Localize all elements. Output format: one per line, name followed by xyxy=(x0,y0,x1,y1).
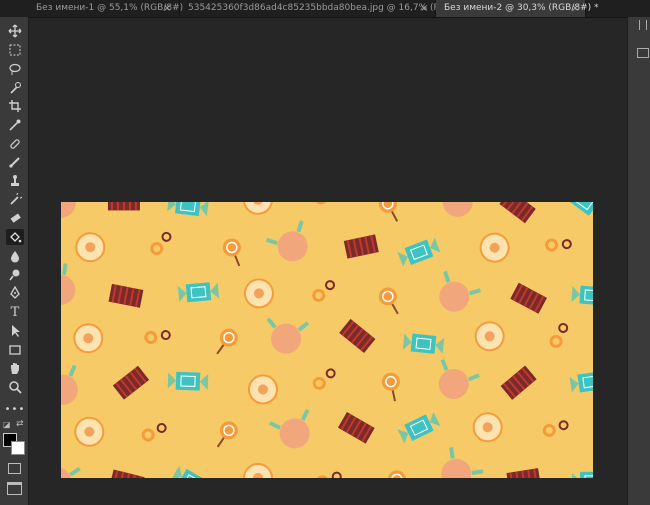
rectangle-icon[interactable] xyxy=(6,342,24,358)
pen-icon[interactable] xyxy=(6,285,24,301)
tab-label: Без имени-1 @ 55,1% (RGB/8#) xyxy=(36,3,184,13)
path-select-icon[interactable] xyxy=(6,323,24,339)
zoom-icon[interactable] xyxy=(6,379,24,395)
tools-panel: T ••• ◪ ⇄ xyxy=(0,17,29,505)
blur-icon[interactable] xyxy=(6,248,24,264)
tab-document-1[interactable]: Без имени-1 @ 55,1% (RGB/8#) × xyxy=(28,0,184,17)
eyedropper-icon[interactable] xyxy=(6,117,24,133)
close-icon[interactable]: × xyxy=(571,0,579,17)
close-icon[interactable]: × xyxy=(163,0,171,17)
quick-select-icon[interactable] xyxy=(6,80,24,96)
lasso-icon[interactable] xyxy=(6,61,24,77)
tab-document-3[interactable]: Без имени-2 @ 30,3% (RGB/8#) * × xyxy=(436,0,599,17)
brush-icon[interactable] xyxy=(6,154,24,170)
healing-brush-icon[interactable] xyxy=(6,136,24,152)
tab-document-2[interactable]: 535425360f3d86ad4c85235bbda80bea.jpg @ 1… xyxy=(180,0,470,17)
background-color-swatch[interactable] xyxy=(11,441,25,455)
marquee-icon[interactable] xyxy=(6,42,24,58)
panel-icon[interactable] xyxy=(637,48,649,58)
dodge-icon[interactable] xyxy=(6,267,24,283)
swap-colors-icon[interactable]: ⇄ xyxy=(16,419,24,429)
crop-icon[interactable] xyxy=(6,98,24,114)
more-tools-icon[interactable]: ••• xyxy=(5,401,25,417)
paint-bucket-icon[interactable] xyxy=(6,229,24,245)
screen-mode-icon[interactable] xyxy=(7,482,22,495)
panel-collapse-icon[interactable] xyxy=(639,20,647,30)
candy-pattern-image xyxy=(61,202,593,478)
document-tab-bar: Без имени-1 @ 55,1% (RGB/8#) × 535425360… xyxy=(0,0,650,18)
document-canvas[interactable] xyxy=(61,202,593,478)
quick-mask-icon[interactable] xyxy=(8,463,21,474)
move-icon[interactable] xyxy=(6,23,24,39)
history-brush-icon[interactable] xyxy=(6,192,24,208)
eraser-icon[interactable] xyxy=(6,210,24,226)
panel-dock xyxy=(627,17,650,505)
close-icon[interactable]: × xyxy=(420,0,428,17)
hand-icon[interactable] xyxy=(6,360,24,376)
clone-stamp-icon[interactable] xyxy=(6,173,24,189)
type-icon[interactable]: T xyxy=(6,304,24,320)
default-colors-icon[interactable]: ◪ xyxy=(3,420,11,429)
